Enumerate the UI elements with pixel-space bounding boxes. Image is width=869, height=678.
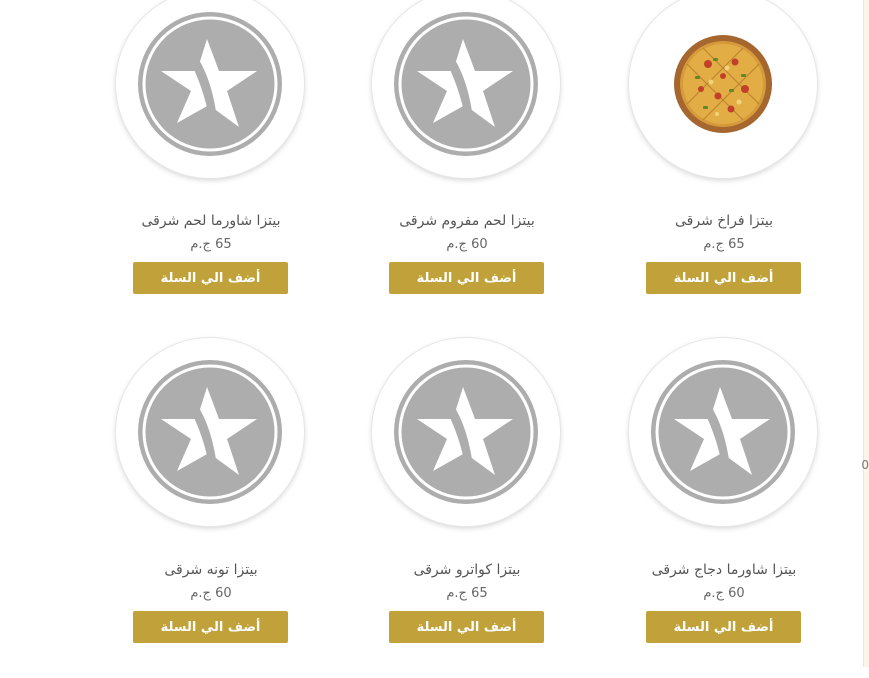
product-card[interactable]: بيتزا شاورما لحم شرقى 65 ج.م أضف الي الس… xyxy=(111,0,311,330)
product-card[interactable]: بيتزا شاورما دجاج شرقى 60 ج.م أضف الي ال… xyxy=(624,338,824,678)
pizza-image xyxy=(674,35,772,133)
product-name: بيتزا كواترو شرقى xyxy=(413,562,521,578)
product-price: 65 ج.م xyxy=(703,237,745,252)
product-price: 65 ج.م xyxy=(446,586,488,601)
product-price: 60 ج.م xyxy=(703,586,745,601)
brand-logo-placeholder-icon xyxy=(394,360,538,504)
product-card[interactable]: بيتزا تونه شرقى 60 ج.م أضف الي السلة xyxy=(111,338,311,678)
add-to-cart-button[interactable]: أضف الي السلة xyxy=(389,262,544,294)
product-card[interactable]: بيتزا كواترو شرقى 65 ج.م أضف الي السلة xyxy=(367,338,567,678)
add-to-cart-button[interactable]: أضف الي السلة xyxy=(646,262,801,294)
product-card[interactable]: بيتزا لحم مفروم شرقى 60 ج.م أضف الي السل… xyxy=(367,0,567,330)
product-image-plate[interactable] xyxy=(372,0,560,178)
product-image-plate[interactable] xyxy=(116,0,304,178)
add-to-cart-button[interactable]: أضف الي السلة xyxy=(646,611,801,643)
product-image-plate[interactable] xyxy=(116,338,304,526)
product-price: 65 ج.م xyxy=(190,237,232,252)
product-name: بيتزا شاورما دجاج شرقى xyxy=(651,562,797,578)
product-image-plate[interactable] xyxy=(372,338,560,526)
brand-logo-placeholder-icon xyxy=(138,12,282,156)
product-name: بيتزا فراخ شرقى xyxy=(674,213,774,229)
brand-logo-placeholder-icon xyxy=(394,12,538,156)
add-to-cart-button[interactable]: أضف الي السلة xyxy=(389,611,544,643)
brand-logo-placeholder-icon xyxy=(138,360,282,504)
side-panel-edge xyxy=(863,0,869,667)
add-to-cart-button[interactable]: أضف الي السلة xyxy=(133,611,288,643)
product-name: بيتزا شاورما لحم شرقى xyxy=(141,213,281,229)
product-image-plate[interactable] xyxy=(629,338,817,526)
product-name: بيتزا لحم مفروم شرقى xyxy=(399,213,535,229)
product-image-plate[interactable] xyxy=(629,0,817,178)
product-price: 60 ج.م xyxy=(446,237,488,252)
side-panel-counter: 0 xyxy=(861,458,869,472)
product-price: 60 ج.م xyxy=(190,586,232,601)
add-to-cart-button[interactable]: أضف الي السلة xyxy=(133,262,288,294)
product-card[interactable]: بيتزا فراخ شرقى 65 ج.م أضف الي السلة xyxy=(624,0,824,330)
product-name: بيتزا تونه شرقى xyxy=(164,562,258,578)
brand-logo-placeholder-icon xyxy=(651,360,795,504)
